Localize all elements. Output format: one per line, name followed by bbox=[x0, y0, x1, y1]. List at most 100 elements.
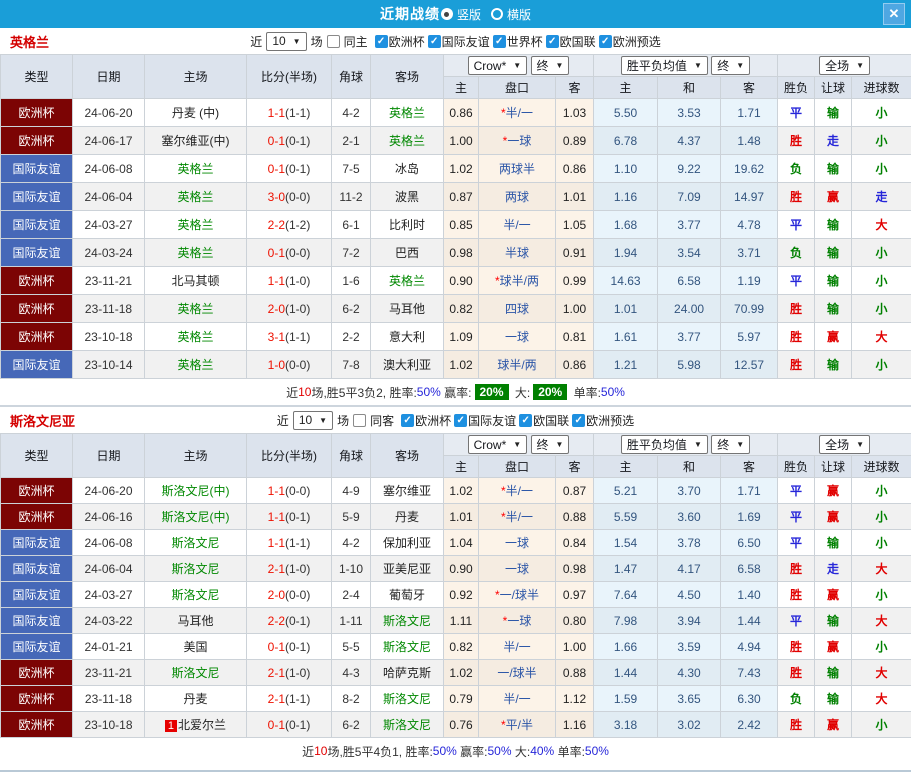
handicap-result-text: 赢 bbox=[827, 190, 840, 204]
goals-result-cell: 大 bbox=[851, 210, 911, 239]
checkbox-checked-icon[interactable] bbox=[545, 34, 559, 48]
handicap-name: 半/一 bbox=[503, 640, 531, 654]
league-filter[interactable]: 欧国联 bbox=[519, 412, 569, 429]
result-cell: 平 bbox=[777, 210, 816, 239]
company-select[interactable]: Crow* ▼ bbox=[467, 435, 528, 455]
chevron-down-icon: ▼ bbox=[693, 61, 702, 70]
avg-select-value: 胜平负均值 bbox=[626, 59, 687, 73]
handicap-home-odds-cell: 0.90 bbox=[443, 555, 479, 582]
away-team-cell: 英格兰 bbox=[370, 126, 444, 155]
close-button[interactable]: ✕ bbox=[883, 3, 905, 25]
same-venue-checkbox[interactable] bbox=[353, 413, 367, 427]
same-venue-label[interactable]: 同主 bbox=[344, 33, 368, 50]
goals-result-cell: 小 bbox=[851, 154, 911, 183]
final-select-1[interactable]: 终 ▼ bbox=[530, 55, 570, 75]
checkbox-checked-icon[interactable] bbox=[492, 34, 506, 48]
away-team-cell: 保加利亚 bbox=[370, 529, 444, 556]
odds-draw-cell: 24.00 bbox=[657, 294, 722, 323]
goals-result-cell: 小 bbox=[851, 294, 911, 323]
result-text: 平 bbox=[790, 218, 803, 232]
odds-away-cell: 4.94 bbox=[720, 633, 779, 660]
handicap-result-text: 输 bbox=[827, 358, 840, 372]
handicap-away-odds-cell: 0.88 bbox=[554, 503, 595, 530]
handicap-result-cell: 输 bbox=[814, 529, 853, 556]
odds-away-cell: 5.97 bbox=[720, 322, 779, 351]
halftime-score: (0-0) bbox=[285, 245, 311, 260]
checkbox-checked-icon[interactable] bbox=[454, 413, 468, 427]
near-label: 近 bbox=[250, 34, 263, 49]
halftime-score: (0-0) bbox=[285, 587, 311, 602]
horizontal-layout-radio[interactable] bbox=[491, 8, 503, 20]
final-select-1[interactable]: 终 ▼ bbox=[530, 434, 570, 454]
horizontal-layout-label[interactable]: 横版 bbox=[507, 6, 531, 23]
vertical-layout-radio[interactable] bbox=[440, 8, 453, 20]
handicap-name: 一/球半 bbox=[499, 588, 539, 602]
result-cell: 胜 bbox=[777, 322, 816, 351]
same-venue-checkbox[interactable] bbox=[326, 34, 340, 48]
corner-cell: 4-3 bbox=[331, 659, 371, 686]
goals-result-text: 大 bbox=[875, 330, 888, 344]
handicap-line-cell: *一球 bbox=[478, 126, 556, 155]
handicap-line-cell: *半/一 bbox=[478, 503, 556, 530]
goals-result-cell: 小 bbox=[851, 126, 911, 155]
league-filter[interactable]: 欧国联 bbox=[545, 33, 596, 50]
match-row: 欧洲杯 23-10-18 1 北爱尔兰 0-1(0-1) 6-2 斯洛文尼 0.76 *平/半 1… bbox=[0, 711, 911, 738]
checkbox-checked-icon[interactable] bbox=[519, 413, 533, 427]
halftime-score: (1-0) bbox=[285, 665, 311, 680]
company-select[interactable]: Crow* ▼ bbox=[467, 56, 528, 76]
handicap-home-odds-cell: 1.02 bbox=[443, 659, 479, 686]
filter-row: 英格兰 近 10 ▼ 场 同主 欧洲杯 国际友谊 世界杯 欧国联 欧洲预选 bbox=[0, 28, 911, 54]
handicap-result-cell: 赢 bbox=[814, 182, 853, 211]
checkbox-checked-icon[interactable] bbox=[572, 413, 586, 427]
goals-result-text: 小 bbox=[875, 484, 888, 498]
checkbox-checked-icon[interactable] bbox=[598, 34, 612, 48]
home-team-cell: 马耳他 bbox=[144, 607, 247, 634]
league-filter[interactable]: 国际友谊 bbox=[454, 412, 516, 429]
avg-select[interactable]: 胜平负均值 ▼ bbox=[620, 435, 708, 454]
same-venue-label[interactable]: 同客 bbox=[370, 412, 394, 429]
england-section: 英格兰 近 10▼ 场 同主 欧洲杯国际友谊世界杯欧国联欧洲预选 类型 日期 bbox=[0, 28, 911, 405]
final-select-2[interactable]: 终 ▼ bbox=[711, 435, 751, 454]
summary-line: 近 10 场,胜5平4负1, 胜率: 50% 赢率: 50% 大: 40% 单率: 50% bbox=[0, 738, 911, 764]
scope-select[interactable]: 全场 ▼ bbox=[819, 56, 870, 75]
odds-draw-cell: 3.54 bbox=[657, 238, 722, 267]
avg-select[interactable]: 胜平负均值 ▼ bbox=[620, 56, 708, 75]
team-name: 斯洛文尼 bbox=[382, 718, 431, 732]
corner-cell: 5-5 bbox=[331, 633, 371, 660]
goals-result-cell: 小 bbox=[851, 266, 911, 295]
final-select-value: 终 bbox=[717, 438, 730, 452]
final-select-2[interactable]: 终 ▼ bbox=[711, 56, 751, 75]
home-team-cell: 塞尔维亚(中) bbox=[144, 126, 247, 155]
team-name: 塞尔维亚 bbox=[382, 484, 431, 498]
team-name: 斯洛文尼 bbox=[171, 562, 220, 576]
handicap-result-text: 赢 bbox=[827, 718, 840, 732]
league-filter[interactable]: 世界杯 bbox=[492, 33, 543, 50]
date-cell: 23-10-18 bbox=[72, 322, 145, 351]
date-cell: 24-03-22 bbox=[72, 607, 145, 634]
summary-part: 单率: bbox=[554, 744, 585, 759]
result-cell: 平 bbox=[777, 607, 816, 634]
vertical-layout-label[interactable]: 竖版 bbox=[457, 6, 481, 23]
scope-select[interactable]: 全场 ▼ bbox=[819, 435, 870, 454]
checkbox-checked-icon[interactable] bbox=[374, 34, 388, 48]
result-cell: 胜 bbox=[777, 659, 816, 686]
recent-count-select[interactable]: 10 ▼ bbox=[292, 410, 334, 430]
league-filter[interactable]: 欧洲杯 bbox=[374, 33, 425, 50]
corner-cell: 11-2 bbox=[331, 182, 371, 211]
result-text: 胜 bbox=[790, 302, 803, 316]
league-filter[interactable]: 欧洲预选 bbox=[598, 33, 661, 50]
col-header-type: 类型 bbox=[0, 433, 73, 478]
odds-home-cell: 14.63 bbox=[593, 266, 659, 295]
summary-part: 场,胜5平4负1, 胜率: bbox=[327, 744, 433, 759]
away-team-cell: 澳大利亚 bbox=[370, 350, 444, 379]
result-text: 胜 bbox=[790, 640, 803, 654]
league-filter[interactable]: 欧洲预选 bbox=[572, 412, 634, 429]
fulltime-score: 0-1 bbox=[267, 245, 285, 260]
checkbox-checked-icon[interactable] bbox=[401, 413, 415, 427]
recent-count-select[interactable]: 10 ▼ bbox=[266, 31, 307, 51]
league-filter[interactable]: 欧洲杯 bbox=[401, 412, 451, 429]
handicap-away-odds-cell: 1.00 bbox=[554, 294, 595, 323]
league-filter[interactable]: 国际友谊 bbox=[427, 33, 490, 50]
result-text: 负 bbox=[790, 246, 803, 260]
checkbox-checked-icon[interactable] bbox=[427, 34, 441, 48]
